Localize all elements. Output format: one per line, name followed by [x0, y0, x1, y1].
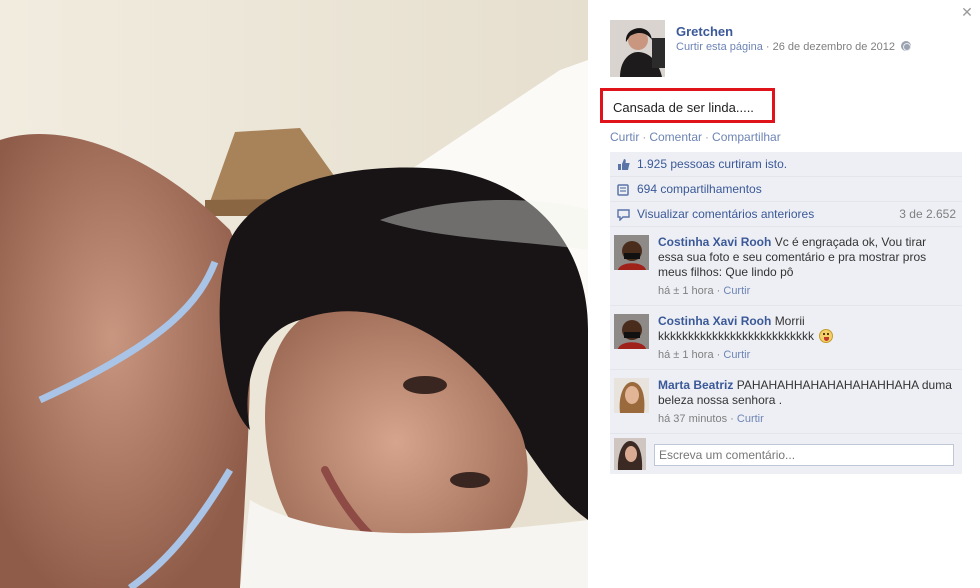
close-icon[interactable]: ✕ — [960, 5, 974, 19]
comment-time[interactable]: há ± 1 hora — [658, 349, 714, 361]
comment-item: Costinha Xavi Rooh Morrii kkkkkkkkkkkkkk… — [610, 306, 962, 370]
comment-item: Costinha Xavi Rooh Vc é engraçada ok, Vo… — [610, 227, 962, 306]
author-avatar[interactable] — [610, 20, 665, 77]
comment-time[interactable]: há ± 1 hora — [658, 285, 714, 297]
commenter-name[interactable]: Costinha Xavi Rooh — [658, 314, 771, 328]
shares-count[interactable]: 694 compartilhamentos — [637, 182, 762, 196]
like-page-link[interactable]: Curtir esta página — [676, 41, 763, 53]
view-previous-comments-row[interactable]: Visualizar comentários anteriores 3 de 2… — [610, 202, 962, 227]
likes-count[interactable]: 1.925 pessoas curtiram isto. — [637, 157, 787, 171]
viewer-avatar — [614, 438, 646, 470]
comment-meta-separator: · — [716, 285, 721, 297]
comment-like-button[interactable]: Curtir — [723, 349, 750, 361]
post-meta: Curtir esta página · 26 de dezembro de 2… — [676, 41, 912, 53]
comment-composer — [610, 434, 962, 474]
commenter-avatar[interactable] — [614, 314, 649, 349]
commenter-name[interactable]: Marta Beatriz — [658, 378, 733, 392]
action-separator: · — [642, 130, 647, 144]
comment-button[interactable]: Comentar — [649, 130, 702, 144]
view-previous-comments-link[interactable]: Visualizar comentários anteriores — [637, 207, 814, 221]
comments-count: 3 de 2.652 — [899, 207, 956, 221]
action-separator: · — [705, 130, 710, 144]
tongue-out-emoji-icon — [819, 329, 834, 343]
comment-meta: há 37 minutos · Curtir — [658, 412, 954, 427]
comment-meta: há ± 1 hora · Curtir — [658, 348, 954, 363]
author-avatar-image — [610, 20, 665, 77]
thumbs-up-icon — [618, 159, 630, 170]
comment-bubble-icon — [617, 209, 630, 221]
commenter-name[interactable]: Costinha Xavi Rooh — [658, 235, 771, 249]
comment-meta: há ± 1 hora · Curtir — [658, 284, 954, 299]
commenter-avatar[interactable] — [614, 378, 649, 413]
post-caption: Cansada de ser linda..... — [613, 100, 754, 115]
caption-highlight: Cansada de ser linda..... — [600, 88, 775, 123]
comment-input[interactable] — [654, 444, 954, 466]
like-button[interactable]: Curtir — [610, 130, 639, 144]
post-details-panel: ✕ Gretchen Curtir esta página · 26 de de… — [588, 0, 980, 588]
author-name-link[interactable]: Gretchen — [676, 24, 733, 39]
comment-like-button[interactable]: Curtir — [737, 413, 764, 425]
comment-meta-separator: · — [730, 413, 734, 425]
share-icon — [617, 184, 629, 196]
likes-row[interactable]: 1.925 pessoas curtiram isto. — [610, 152, 962, 177]
commenter-avatar-image — [614, 314, 649, 349]
comment-time[interactable]: há 37 minutos — [658, 413, 727, 425]
photo-image — [0, 0, 588, 588]
post-photo[interactable] — [0, 0, 588, 588]
globe-icon[interactable] — [901, 41, 912, 51]
shares-row[interactable]: 694 compartilhamentos — [610, 177, 962, 202]
comment-like-button[interactable]: Curtir — [723, 285, 750, 297]
share-button[interactable]: Compartilhar — [712, 130, 781, 144]
viewer-avatar-image — [614, 438, 646, 470]
commenter-avatar-image — [614, 235, 649, 270]
commenter-avatar-image — [614, 378, 649, 413]
comment-meta-separator: · — [716, 349, 721, 361]
feedback-box: 1.925 pessoas curtiram isto. 694 compart… — [610, 152, 962, 474]
meta-separator: · — [765, 41, 770, 53]
commenter-avatar[interactable] — [614, 235, 649, 270]
post-date[interactable]: 26 de dezembro de 2012 — [773, 41, 895, 53]
comment-item: Marta Beatriz PAHAHAHHAHAHAHAHAHHAHA dum… — [610, 370, 962, 434]
post-actions: Curtir · Comentar · Compartilhar — [610, 130, 781, 144]
